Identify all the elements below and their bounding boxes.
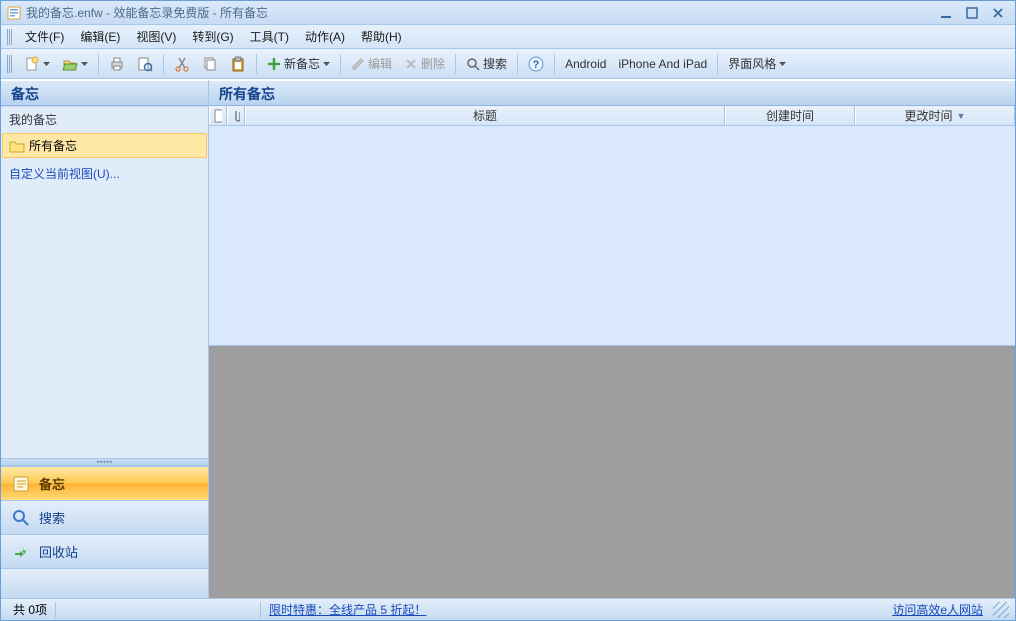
- chevron-down-icon: [81, 62, 88, 66]
- sidebar-spacer: [1, 188, 208, 458]
- col-title[interactable]: 标题: [245, 106, 725, 125]
- status-count: 共 0项: [7, 601, 53, 618]
- delete-label: 删除: [421, 55, 445, 72]
- svg-text:?: ?: [533, 59, 540, 71]
- window-controls: [935, 5, 1009, 21]
- tool-print[interactable]: [104, 52, 130, 76]
- col-created[interactable]: 创建时间: [725, 106, 855, 125]
- nav-memo-label: 备忘: [39, 474, 65, 493]
- tool-help[interactable]: ?: [523, 52, 549, 76]
- tree-item-all-memos[interactable]: 所有备忘: [2, 133, 207, 158]
- col-doc-icon[interactable]: [209, 106, 227, 125]
- folder-icon: [9, 139, 25, 153]
- tool-search[interactable]: 搜索: [461, 52, 512, 76]
- chevron-down-icon: [43, 62, 50, 66]
- status-bar: 共 0项 限时特惠：全线产品 5 折起！ 访问高效e人网站: [1, 598, 1015, 620]
- tool-android[interactable]: Android: [560, 52, 611, 76]
- tool-new-memo[interactable]: 新备忘: [262, 52, 335, 76]
- tool-delete[interactable]: 删除: [399, 52, 450, 76]
- tool-print-preview[interactable]: [132, 52, 158, 76]
- page-icon: [214, 109, 222, 123]
- menu-tools[interactable]: 工具(T): [242, 26, 297, 47]
- promo-link[interactable]: 限时特惠：全线产品 5 折起！: [263, 601, 432, 618]
- sidebar-bottom: [1, 568, 208, 598]
- resize-grip[interactable]: [993, 602, 1009, 618]
- paperclip-icon: [232, 109, 240, 123]
- edit-label: 编辑: [368, 55, 392, 72]
- tree-root-label[interactable]: 我的备忘: [1, 106, 208, 132]
- separator: [517, 54, 518, 74]
- pencil-icon: [351, 57, 365, 71]
- sidebar: 备忘 我的备忘 所有备忘 自定义当前视图(U)... ••••• 备忘 搜索 回…: [1, 80, 209, 598]
- new-memo-label: 新备忘: [284, 55, 320, 72]
- website-link[interactable]: 访问高效e人网站: [886, 601, 989, 618]
- recycle-icon: [11, 542, 31, 562]
- help-icon: ?: [528, 56, 544, 72]
- menu-grip[interactable]: [7, 29, 13, 45]
- customize-view-link[interactable]: 自定义当前视图(U)...: [1, 159, 208, 188]
- tool-copy[interactable]: [197, 52, 223, 76]
- close-button[interactable]: [987, 5, 1009, 21]
- sort-desc-icon: ▼: [957, 111, 966, 121]
- search-icon: [466, 57, 480, 71]
- nav-memo[interactable]: 备忘: [1, 466, 208, 500]
- separator: [554, 54, 555, 74]
- app-icon: [7, 6, 21, 20]
- search-label: 搜索: [483, 55, 507, 72]
- chevron-down-icon: [323, 62, 330, 66]
- sidebar-header: 备忘: [1, 80, 208, 106]
- separator: [455, 54, 456, 74]
- nav-recycle-label: 回收站: [39, 542, 78, 561]
- sidebar-splitter[interactable]: •••••: [1, 458, 208, 466]
- nav-search[interactable]: 搜索: [1, 500, 208, 534]
- menu-goto[interactable]: 转到(G): [184, 26, 241, 47]
- menu-bar: 文件(F) 编辑(E) 视图(V) 转到(G) 工具(T) 动作(A) 帮助(H…: [1, 25, 1015, 49]
- plus-icon: [267, 57, 281, 71]
- tool-iphone-ipad[interactable]: iPhone And iPad: [613, 52, 712, 76]
- content-header: 所有备忘: [209, 80, 1015, 106]
- list-body[interactable]: [209, 126, 1015, 346]
- menu-help[interactable]: 帮助(H): [353, 26, 410, 47]
- window-title: 我的备忘.enfw - 效能备忘录免费版 - 所有备忘: [26, 4, 935, 21]
- tool-cut[interactable]: [169, 52, 195, 76]
- separator: [163, 54, 164, 74]
- separator: [717, 54, 718, 74]
- main-area: 备忘 我的备忘 所有备忘 自定义当前视图(U)... ••••• 备忘 搜索 回…: [1, 79, 1015, 598]
- menu-file[interactable]: 文件(F): [17, 26, 72, 47]
- detail-pane: [209, 346, 1015, 598]
- tool-new-doc[interactable]: [19, 52, 55, 76]
- nav-recycle[interactable]: 回收站: [1, 534, 208, 568]
- tool-open[interactable]: [57, 52, 93, 76]
- menu-edit[interactable]: 编辑(E): [72, 26, 128, 47]
- minimize-button[interactable]: [935, 5, 957, 21]
- toolbar: 新备忘 编辑 删除 搜索 ? Android iPhone And iPad 界…: [1, 49, 1015, 79]
- separator: [256, 54, 257, 74]
- tool-ui-style[interactable]: 界面风格: [723, 52, 791, 76]
- nav-search-label: 搜索: [39, 508, 65, 527]
- separator: [55, 602, 56, 618]
- col-attach-icon[interactable]: [227, 106, 245, 125]
- maximize-button[interactable]: [961, 5, 983, 21]
- list-header: 标题 创建时间 更改时间▼: [209, 106, 1015, 126]
- separator: [98, 54, 99, 74]
- tool-paste[interactable]: [225, 52, 251, 76]
- separator: [260, 602, 261, 618]
- chevron-down-icon: [779, 62, 786, 66]
- title-bar: 我的备忘.enfw - 效能备忘录免费版 - 所有备忘: [1, 1, 1015, 25]
- search-icon: [11, 508, 31, 528]
- toolbar-grip[interactable]: [7, 55, 13, 73]
- col-modified[interactable]: 更改时间▼: [855, 106, 1015, 125]
- menu-view[interactable]: 视图(V): [128, 26, 184, 47]
- content-area: 所有备忘 标题 创建时间 更改时间▼: [209, 80, 1015, 598]
- menu-action[interactable]: 动作(A): [297, 26, 353, 47]
- separator: [340, 54, 341, 74]
- x-icon: [404, 57, 418, 71]
- tool-edit[interactable]: 编辑: [346, 52, 397, 76]
- app-window: 我的备忘.enfw - 效能备忘录免费版 - 所有备忘 文件(F) 编辑(E) …: [0, 0, 1016, 621]
- tree-item-label: 所有备忘: [29, 137, 77, 154]
- memo-icon: [11, 474, 31, 494]
